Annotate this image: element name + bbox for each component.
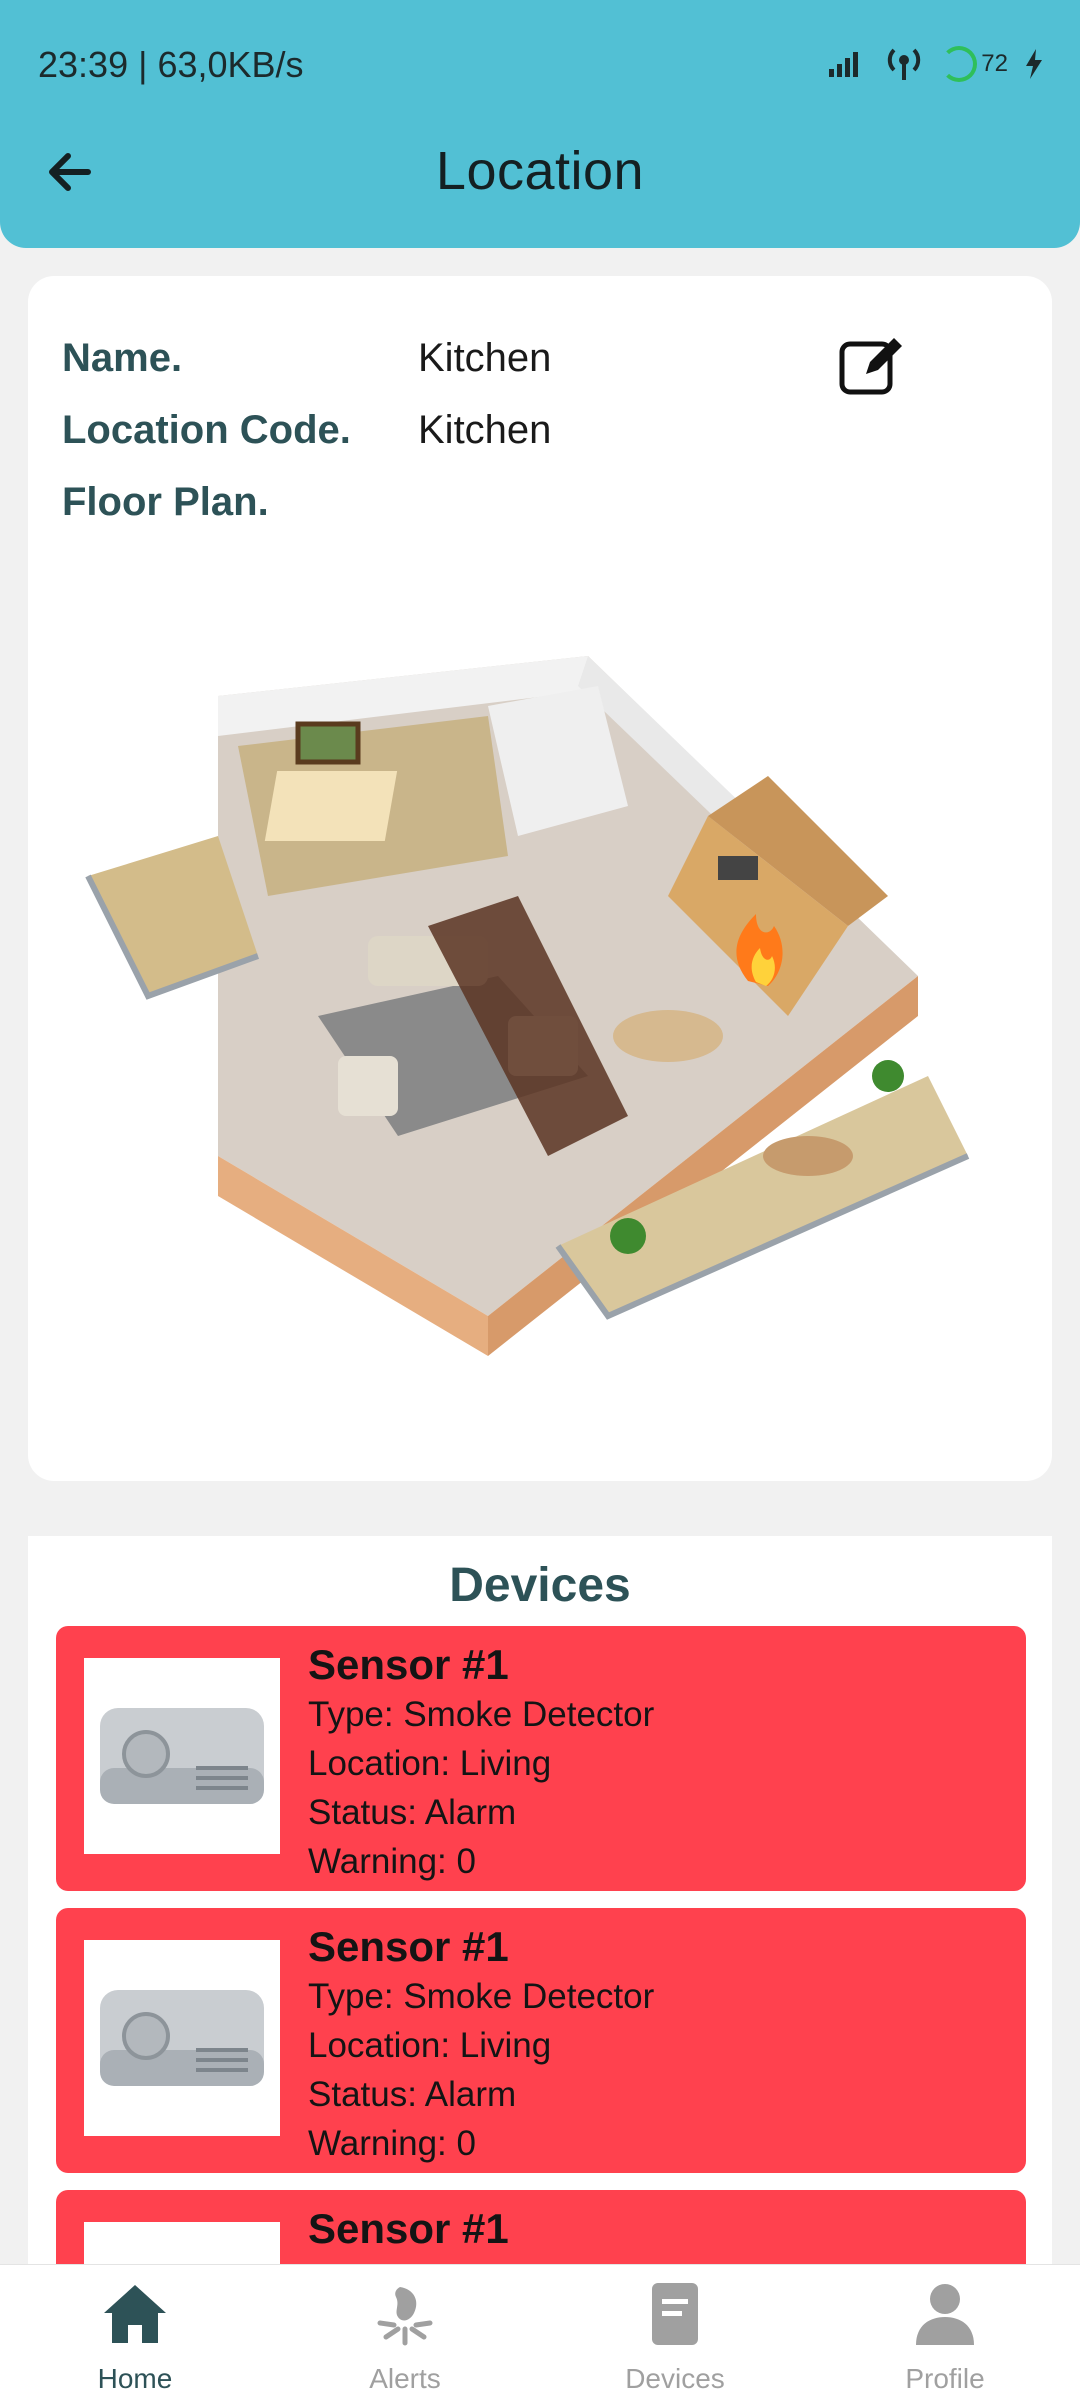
nav-profile[interactable]: Profile (810, 2265, 1080, 2401)
nav-alerts-label: Alerts (369, 2363, 441, 2394)
device-warning: Warning: 0 (308, 1842, 476, 1881)
alerts-icon (377, 2287, 433, 2346)
device-status: Status: Alarm (308, 1793, 517, 1832)
status-icons: 72 (827, 44, 1046, 84)
devices-panel: Devices Sensor #1 Type: Smoke Detector L… (28, 1536, 1052, 2266)
device-type: Type: Smoke Detector (308, 1695, 655, 1734)
device-name: Sensor #1 (308, 1641, 509, 1688)
nav-home-label: Home (97, 2363, 173, 2394)
device-name: Sensor #1 (308, 1923, 509, 1970)
bottom-nav: Home Alerts Devices Profile (0, 2264, 1080, 2401)
hotspot-icon (888, 48, 921, 80)
devices-icon (652, 2283, 698, 2345)
device-status: Status: Alarm (308, 2075, 517, 2114)
signal-icon (829, 52, 859, 77)
location-code-value: Kitchen (418, 408, 552, 452)
floor-plan-label: Floor Plan. (62, 480, 269, 524)
smoke-detector-image (84, 1940, 280, 2136)
floor-plan-image (85, 656, 970, 1356)
edit-icon[interactable] (836, 330, 908, 402)
device-warning: Warning: 0 (308, 2124, 476, 2163)
device-card[interactable]: Sensor #1 Type: Smoke Detector Location:… (56, 1626, 1026, 1891)
device-name: Sensor #1 (308, 2205, 509, 2252)
device-details: Sensor #1 Type: Smoke Detector Location:… (308, 1922, 654, 2168)
page-title: Location (435, 141, 645, 201)
nav-profile-label: Profile (905, 2363, 985, 2394)
status-time: 23:39 | 63,0KB/s (38, 44, 304, 85)
charging-icon (1026, 49, 1042, 79)
location-info-card: Name. Kitchen Location Code. Kitchen Flo… (28, 276, 1052, 1481)
device-location: Location: Living (308, 1744, 552, 1783)
nav-devices[interactable]: Devices (540, 2265, 810, 2401)
device-details: Sensor #1 Type: Smoke Detector Location:… (308, 1640, 654, 1886)
device-details: Sensor #1 (308, 2204, 509, 2254)
name-value: Kitchen (418, 336, 552, 380)
battery-ring-icon (941, 46, 978, 82)
name-label: Name. (62, 336, 183, 380)
profile-icon (916, 2284, 974, 2345)
home-icon (104, 2285, 166, 2343)
nav-home[interactable]: Home (0, 2265, 270, 2401)
smoke-detector-image (84, 1658, 280, 1854)
nav-alerts[interactable]: Alerts (270, 2265, 540, 2401)
device-type: Type: Smoke Detector (308, 1977, 655, 2016)
device-location: Location: Living (308, 2026, 552, 2065)
battery-level: 72 (981, 50, 1008, 77)
location-code-label: Location Code. (62, 408, 351, 452)
smoke-detector-image (84, 2222, 280, 2266)
app-bar: 23:39 | 63,0KB/s 72 Location (0, 0, 1080, 248)
battery-indicator: 72 (941, 46, 1008, 82)
nav-devices-label: Devices (625, 2363, 725, 2394)
device-card[interactable]: Sensor #1 (56, 2190, 1026, 2266)
device-card[interactable]: Sensor #1 Type: Smoke Detector Location:… (56, 1908, 1026, 2173)
devices-title: Devices (449, 1559, 631, 1612)
